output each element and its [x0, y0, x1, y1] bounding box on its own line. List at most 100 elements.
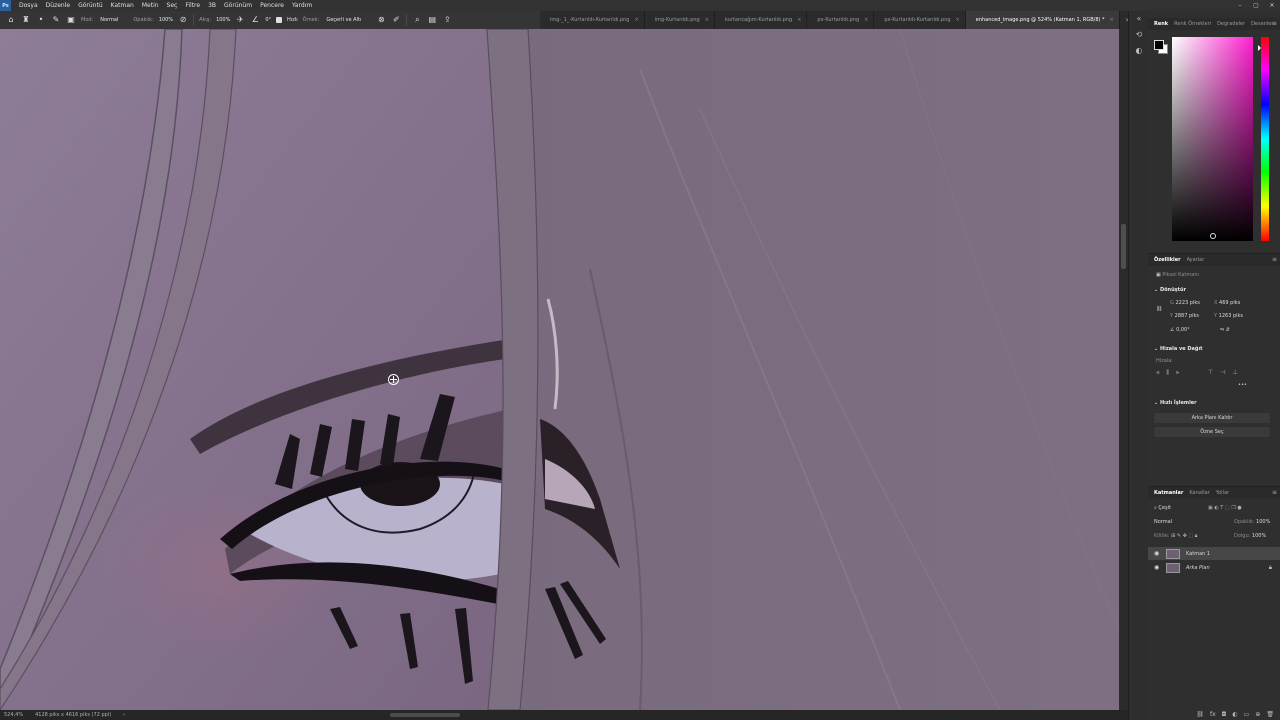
link-layers-icon[interactable]: ⛓ [1196, 711, 1204, 718]
layer-fill[interactable]: Dolgu: 100% [1234, 533, 1266, 539]
doc-tab[interactable]: img-_1_-Kurtarıldı-Kurtarıldı.png × [540, 11, 645, 29]
stamp-tool-icon[interactable]: ♜ [21, 15, 31, 25]
foreground-background-swatch[interactable] [1154, 40, 1168, 54]
tab-adjustments[interactable]: Ayarlar [1187, 257, 1205, 263]
align-middle-icon[interactable]: ⊣ [1220, 369, 1225, 376]
angle-value[interactable]: 0,00° [1176, 327, 1190, 333]
visibility-eye-icon[interactable]: ◉ [1154, 550, 1160, 557]
doc-tab[interactable]: kurtarıcağım-Kurtarıldı.png × [715, 11, 808, 29]
layer-row[interactable]: ◉ Arka Plan 🔒︎ [1148, 561, 1280, 574]
tab-properties[interactable]: Özellikler [1154, 257, 1181, 263]
pressure-size-icon[interactable]: ✐ [391, 15, 401, 25]
align-bottom-icon[interactable]: ⊥ [1232, 369, 1237, 376]
layer-row[interactable]: ◉ Katman 1 [1148, 547, 1280, 560]
hizli-checkbox[interactable] [276, 17, 283, 23]
layer-name[interactable]: Katman 1 [1186, 551, 1210, 557]
brush-settings-icon[interactable]: ✎ [51, 15, 61, 25]
color-picker-marker[interactable] [1210, 233, 1216, 239]
foreground-color[interactable] [1154, 40, 1164, 50]
color-field[interactable] [1172, 37, 1253, 241]
menu-type[interactable]: Metin [138, 0, 163, 11]
clone-source-icon[interactable]: ▣ [66, 15, 76, 25]
close-icon[interactable]: × [705, 17, 709, 23]
menu-3d[interactable]: 3B [204, 0, 220, 11]
adjustment-layer-icon[interactable]: ◐ [1232, 711, 1237, 718]
tab-paths[interactable]: Yollar [1216, 490, 1229, 496]
tab-swatches[interactable]: Renk Örnekleri [1174, 21, 1211, 27]
height-value[interactable]: 2887 piks [1175, 313, 1199, 319]
x-field[interactable]: X 469 piks [1214, 300, 1240, 306]
tab-color[interactable]: Renk [1154, 21, 1168, 27]
lock-icons[interactable]: ⊞ ✎ ✥ ⬚ 🔒︎ [1171, 533, 1197, 539]
close-icon[interactable]: × [797, 17, 801, 23]
hue-slider[interactable] [1258, 37, 1269, 241]
history-icon[interactable]: ⟲ [1129, 27, 1149, 43]
hue-marker-icon[interactable] [1258, 45, 1261, 51]
tab-layers[interactable]: Katmanlar [1154, 490, 1183, 496]
menu-filter[interactable]: Filtre [181, 0, 204, 11]
close-icon[interactable]: × [864, 17, 868, 23]
menu-file[interactable]: Dosya [15, 0, 42, 11]
layer-filter-icons[interactable]: ▣ ◐ T ⬚ ❐ ● [1208, 505, 1242, 511]
align-top-icon[interactable]: ⊤ [1208, 369, 1213, 376]
close-icon[interactable]: ✕ [1264, 0, 1280, 11]
transform-section[interactable]: ⌄ Dönüştür [1154, 287, 1186, 293]
y-value[interactable]: 1263 piks [1219, 313, 1243, 319]
menu-help[interactable]: Yardım [288, 0, 316, 11]
menu-layer[interactable]: Katman [107, 0, 138, 11]
remove-background-button[interactable]: Arka Planı Kaldır [1154, 413, 1270, 423]
layer-name[interactable]: Arka Plan [1186, 565, 1210, 571]
close-icon[interactable]: × [635, 17, 639, 23]
tab-patterns[interactable]: Desenler [1251, 21, 1273, 27]
layer-opacity[interactable]: Opaklık: 100% [1234, 519, 1270, 525]
y-field[interactable]: Y 1263 piks [1214, 313, 1243, 319]
close-icon[interactable]: × [1110, 17, 1114, 23]
angle-input[interactable]: 0° [265, 17, 271, 23]
workspace-icon[interactable]: ▤ [427, 15, 437, 25]
layer-opacity-value[interactable]: 100% [1256, 519, 1270, 525]
lock-icon[interactable]: 🔒︎ [1269, 564, 1272, 572]
zoom-level[interactable]: 524,4% [4, 712, 23, 718]
pressure-opacity-icon[interactable]: ⊘ [178, 15, 188, 25]
menu-edit[interactable]: Düzenle [42, 0, 74, 11]
align-center-icon[interactable]: ⫼ [1166, 369, 1169, 377]
panel-menu-icon[interactable]: ≡ [1272, 256, 1277, 263]
menu-select[interactable]: Seç [163, 0, 182, 11]
add-mask-icon[interactable]: ◘ [1222, 711, 1227, 718]
quick-actions-section[interactable]: ⌄ Hızlı İşlemler [1154, 400, 1197, 406]
document-canvas[interactable] [0, 29, 1119, 710]
status-arrow-icon[interactable]: › [123, 712, 125, 718]
width-field[interactable]: G 2223 piks [1170, 300, 1200, 306]
close-icon[interactable]: × [956, 17, 960, 23]
panel-menu-icon[interactable]: ≡ [1272, 489, 1277, 496]
align-left-icon[interactable]: ⫷ [1156, 369, 1159, 377]
angle-field[interactable]: ∠ 0,00° [1170, 327, 1190, 333]
align-right-icon[interactable]: ⫸ [1176, 369, 1179, 377]
blend-mode-value[interactable]: Normal [1154, 519, 1172, 525]
collapse-panels-icon[interactable]: « [1129, 11, 1149, 27]
maximize-icon[interactable]: ▢ [1248, 0, 1264, 11]
select-subject-button[interactable]: Özne Seç [1154, 427, 1270, 437]
more-options-icon[interactable]: ••• [1238, 382, 1247, 388]
visibility-eye-icon[interactable]: ◉ [1154, 564, 1160, 571]
flow-input[interactable]: 100% [216, 17, 230, 23]
horizontal-scrollbar[interactable] [390, 713, 460, 717]
doc-tab-active[interactable]: enhanced_image.png @ 524% (Katman 1, RGB… [965, 11, 1120, 29]
tab-gradients[interactable]: Degradeler [1217, 21, 1245, 27]
brush-preset-icon[interactable]: • [36, 15, 46, 25]
doc-tab[interactable]: img-Kurtarıldı.png × [645, 11, 715, 29]
sample-select[interactable]: Geçerli ve Altı [324, 17, 371, 23]
opacity-input[interactable]: 100% [159, 17, 173, 23]
share-icon[interactable]: ⇪ [442, 15, 452, 25]
vertical-scrollbar[interactable] [1119, 29, 1128, 710]
layer-fill-value[interactable]: 100% [1252, 533, 1266, 539]
layer-filter-select[interactable]: Çeşit [1158, 505, 1171, 511]
width-value[interactable]: 2223 piks [1175, 300, 1199, 306]
delete-layer-icon[interactable]: 🗑︎ [1266, 711, 1274, 718]
menu-window[interactable]: Pencere [256, 0, 288, 11]
doc-tab[interactable]: px-Kurtarıldı-Kurtarıldı.png × [874, 11, 966, 29]
menu-image[interactable]: Görüntü [74, 0, 107, 11]
layer-style-icon[interactable]: fx [1210, 711, 1216, 718]
layer-filter[interactable]: ⌕ Çeşit [1154, 505, 1171, 511]
new-layer-icon[interactable]: ⊕ [1255, 711, 1260, 718]
